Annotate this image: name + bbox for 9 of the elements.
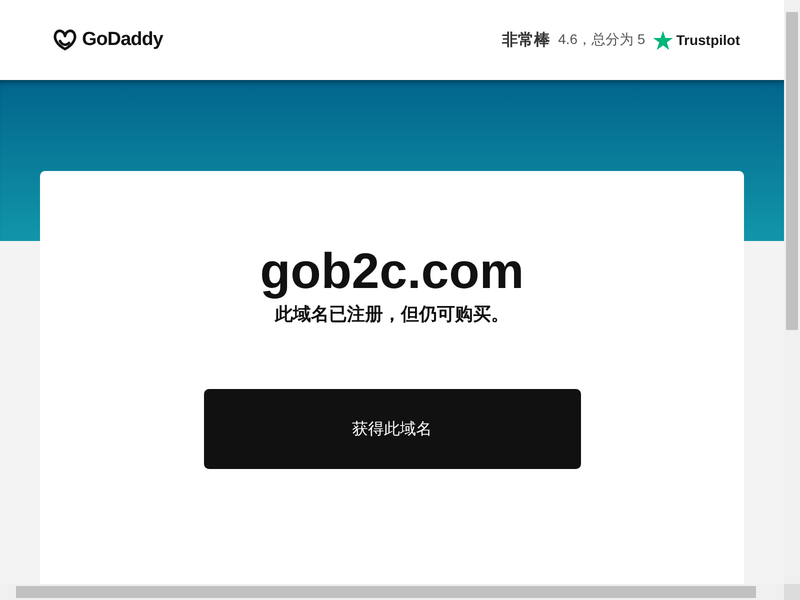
star-icon bbox=[653, 30, 674, 50]
status-message: 此域名已注册，但仍可购买。 bbox=[275, 303, 509, 326]
rating-score: 4.6，总分为 5 bbox=[558, 31, 646, 49]
domain-title: gob2c.com bbox=[260, 242, 524, 301]
rating-label: 非常棒 bbox=[502, 30, 550, 50]
logo-icon bbox=[52, 28, 78, 52]
trustpilot-text: Trustpilot bbox=[676, 32, 740, 48]
logo-text: GoDaddy bbox=[82, 29, 163, 51]
get-domain-button[interactable]: 获得此域名 bbox=[204, 389, 580, 469]
